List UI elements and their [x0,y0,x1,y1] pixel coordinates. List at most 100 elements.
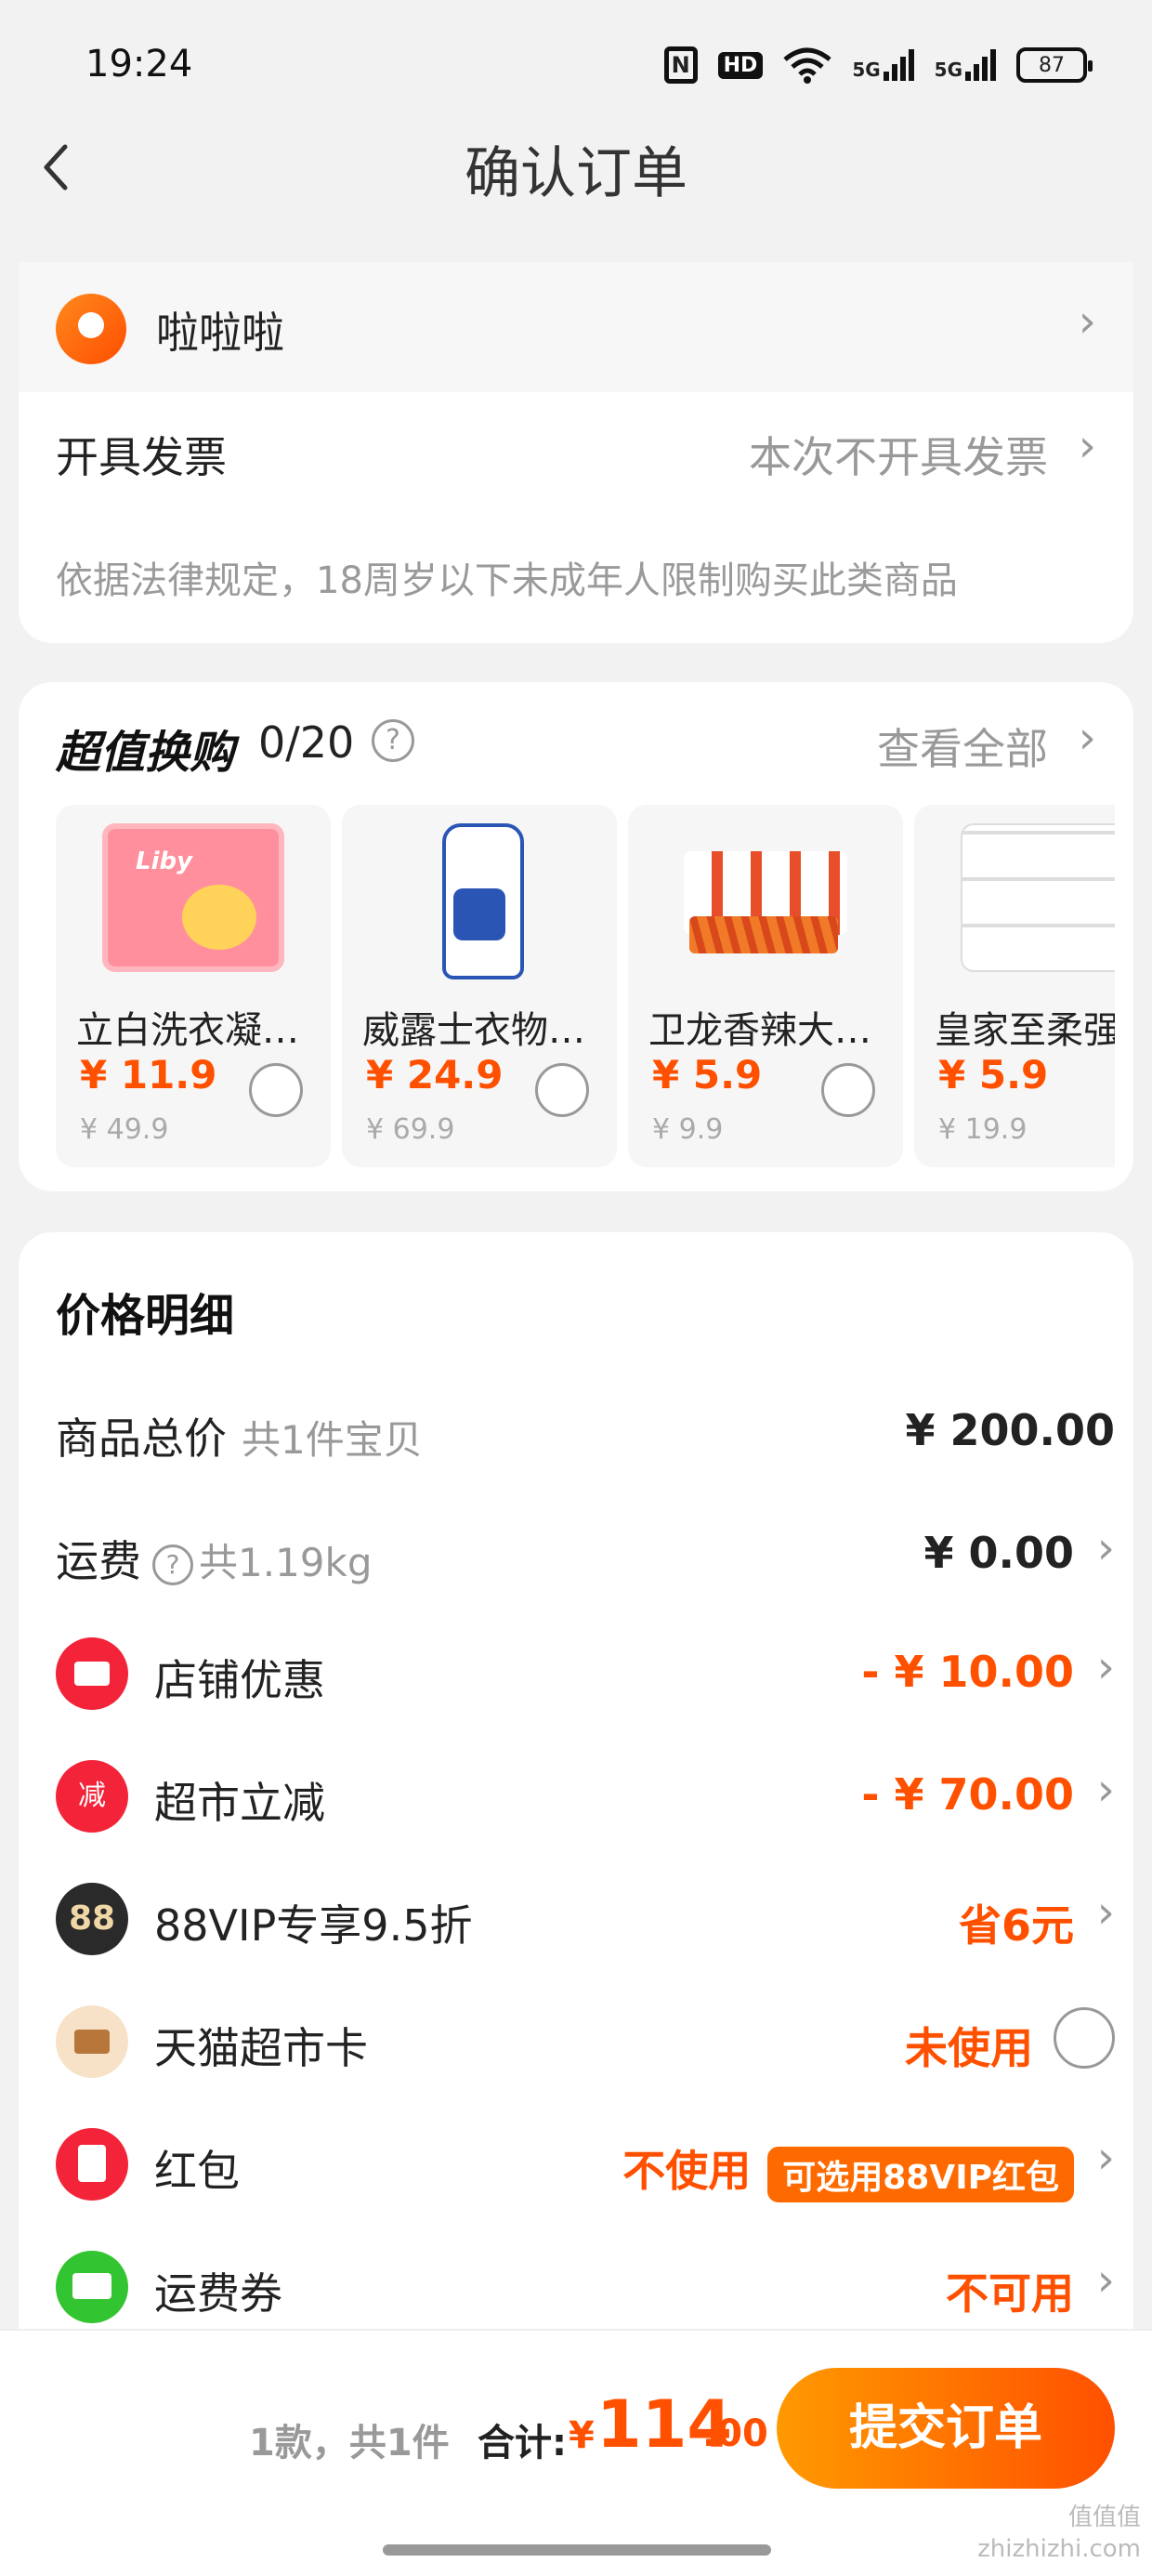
product-original-price: ¥ 9.9 [652,1113,724,1146]
product-name: 皇家至柔强 [935,1009,1115,1052]
invoice-card: 开具发票 本次不开具发票 › 依据法律规定，18周岁以下未成年人限制购买此类商品 [19,392,1133,643]
shipping-weight: 共1.19kg [199,1540,373,1585]
chevron-right-icon: › [1096,1641,1115,1693]
shipping-coupon-value: 不可用 [946,2268,1074,2319]
vip-discount-value: 省6元 [958,1900,1074,1951]
hd-icon: HD [717,51,764,79]
product-card[interactable]: 皇家至柔强 ¥ 5.9 ¥ 19.9 [914,805,1115,1167]
product-card[interactable]: 卫龙香辣大面... ¥ 5.9 ¥ 9.9 [628,805,903,1167]
product-name: 威露士衣物除... [362,1009,613,1052]
watermark: 值值值 zhizhizhi.com [977,2502,1141,2565]
tmall-card-row[interactable]: 天猫超市卡 未使用 [56,2005,1115,2080]
watermark-title: 值值值 [1067,2504,1141,2531]
product-select-radio[interactable] [535,1063,589,1117]
product-price: ¥ 5.9 [938,1052,1049,1097]
discount-icon: 减 [56,1760,128,1833]
exchange-title: 超值换购 [56,727,235,779]
market-cut-value: - ¥ 70.00 [861,1769,1074,1820]
status-icons: N HD 5G 5G 87 [663,46,1093,84]
watermark-url: zhizhizhi.com [977,2535,1141,2563]
product-price: ¥ 5.9 [652,1052,763,1097]
shipping-label: 运费 [56,1536,141,1586]
product-price: ¥ 24.9 [366,1052,504,1097]
submit-order-button[interactable]: 提交订单 [777,2368,1115,2489]
view-all-link[interactable]: 查看全部 [877,716,1048,777]
product-select-radio[interactable] [821,1063,875,1117]
product-card[interactable]: 立白洗衣凝珠... ¥ 11.9 ¥ 49.9 [56,805,331,1167]
shop-discount-label: 店铺优惠 [154,1655,325,1705]
location-pin-icon [56,294,126,364]
chevron-right-icon: › [1096,2132,1115,2184]
chevron-left-icon [44,144,68,191]
price-detail-card: 价格明细 商品总价 共1件宝贝 ¥ 200.00 运费? 共1.19kg ¥ 0.0… [19,1232,1133,2329]
price-detail-title: 价格明细 [56,1290,235,1342]
chevron-right-icon: › [1096,2254,1115,2307]
product-original-price: ¥ 69.9 [366,1113,455,1146]
goods-total-value: ¥ 200.00 [905,1405,1115,1455]
invoice-option[interactable]: 本次不开具发票 [749,424,1048,485]
product-price: ¥ 11.9 [80,1052,217,1097]
status-bar: 19:24 N HD 5G 5G 87 [0,0,1152,130]
nfc-icon: N [663,46,698,84]
tmall-card-value: 未使用 [905,2023,1033,2073]
market-cut-label: 超市立减 [154,1778,325,1828]
goods-total-row: 商品总价 共1件宝贝 ¥ 200.00 [56,1396,1115,1470]
home-indicator[interactable] [383,2544,771,2556]
vip-discount-row[interactable]: 88 88VIP专享9.5折 省6元 › [56,1883,1115,1957]
goods-count: 共1件宝贝 [242,1417,423,1463]
chevron-right-icon: › [1096,1886,1115,1939]
exchange-product-list: 立白洗衣凝珠... ¥ 11.9 ¥ 49.9 威露士衣物除... ¥ 24.9… [56,805,1115,1167]
red-packet-row[interactable]: 红包 不使用 可选用88VIP红包 › [56,2128,1115,2202]
product-name: 立白洗衣凝珠... [76,1009,327,1052]
tmall-card-radio[interactable] [1054,2007,1115,2069]
total-currency: ¥ [569,2414,595,2457]
help-icon[interactable]: ? [152,1544,193,1585]
market-cut-row[interactable]: 减 超市立减 - ¥ 70.00 › [56,1760,1115,1834]
product-name: 卫龙香辣大面... [648,1009,899,1052]
page-title: 确认订单 [465,141,687,206]
total-amount-decimal: .00 [702,2412,768,2455]
chevron-right-icon: › [1096,1522,1115,1574]
wifi-icon [783,47,831,84]
goods-total-label: 商品总价 [56,1413,227,1464]
red-packet-icon [56,2128,128,2201]
card-icon [56,2005,128,2078]
vip-88-icon: 88 [56,1883,128,1955]
coupon-icon [56,1637,128,1710]
product-select-radio[interactable] [249,1063,303,1117]
total-label: 合计: [478,2422,567,2464]
shipping-row[interactable]: 运费? 共1.19kg ¥ 0.00 › [56,1518,1115,1593]
red-packet-label: 红包 [154,2146,240,2196]
product-card[interactable]: 威露士衣物除... ¥ 24.9 ¥ 69.9 [342,805,617,1167]
invoice-label: 开具发票 [56,432,227,482]
shipping-value: ¥ 0.00 [923,1528,1074,1578]
order-count: 1款，共1件 [249,2422,450,2464]
truck-icon [56,2251,128,2323]
status-time: 19:24 [85,43,193,85]
signal-2-icon: 5G [935,49,996,81]
chevron-right-icon: › [1096,1764,1115,1816]
tmall-card-label: 天猫超市卡 [154,2023,368,2073]
shop-discount-row[interactable]: 店铺优惠 - ¥ 10.00 › [56,1637,1115,1712]
signal-1-icon: 5G [852,49,914,81]
address-bar[interactable]: 啦啦啦 › [19,262,1133,392]
exchange-card: 超值换购 0/20 ? 查看全部 › 立白洗衣凝珠... ¥ 11.9 ¥ 49… [19,682,1133,1191]
age-restriction-notice: 依据法律规定，18周岁以下未成年人限制购买此类商品 [56,559,958,602]
vip-red-packet-tag[interactable]: 可选用88VIP红包 [767,2146,1074,2202]
address-name: 啦啦啦 [156,308,284,358]
shop-discount-value: - ¥ 10.00 [861,1647,1074,1697]
help-icon[interactable]: ? [372,719,414,762]
red-packet-value: 不使用 [622,2146,752,2196]
shipping-coupon-row[interactable]: 运费券 不可用 › [56,2251,1115,2325]
chevron-right-icon[interactable]: › [1079,712,1096,764]
back-button[interactable] [37,139,93,195]
chevron-right-icon[interactable]: › [1079,420,1096,472]
product-original-price: ¥ 19.9 [938,1113,1028,1146]
product-image [674,823,857,972]
chevron-right-icon: › [1078,296,1096,348]
shipping-coupon-label: 运费券 [154,2268,282,2319]
exchange-count: 0/20 [258,717,355,768]
vip-discount-label: 88VIP专享9.5折 [154,1900,473,1951]
product-image [102,823,284,972]
product-image [961,823,1115,972]
